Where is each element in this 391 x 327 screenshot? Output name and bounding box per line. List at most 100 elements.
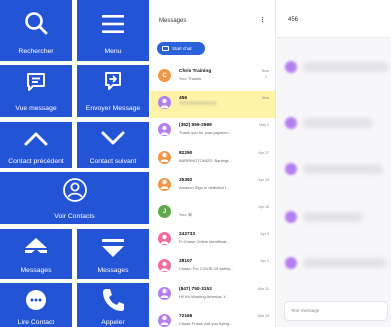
previous-contact-button[interactable]: Contact précédent: [0, 122, 72, 168]
conversation-name: 28107: [179, 259, 193, 265]
redacted-preview: [179, 101, 217, 106]
call-label: Appeler: [101, 319, 125, 326]
conversation-name: (352) 559-2969: [179, 123, 212, 129]
conversation-name: 72166: [179, 313, 193, 319]
more-options-icon[interactable]: ⋮: [259, 16, 266, 24]
avatar: [158, 259, 171, 273]
next-contact-label: Contact suivant: [89, 158, 137, 165]
new-chat-icon: [162, 46, 169, 51]
conversation-row[interactable]: 242733 Fr.Chase Online Identificat... Apr …: [150, 227, 275, 254]
conversation-date: Apr 27: [258, 150, 269, 155]
avatar-letter: J: [162, 208, 167, 215]
view-contacts-button[interactable]: Voir Contacts: [0, 172, 149, 224]
person-icon: [160, 261, 169, 271]
avatar: [158, 232, 171, 246]
messages-up-label: Messages: [20, 267, 52, 274]
person-icon: [160, 180, 169, 190]
contact-person-icon: [0, 177, 149, 203]
messages-down-label: Messages: [97, 267, 129, 274]
messages-scroll-up-button[interactable]: Messages: [0, 229, 72, 279]
messages-title: Messages: [159, 18, 187, 24]
conversation-date: May 4: [259, 123, 269, 128]
message-input[interactable]: Text message: [284, 301, 388, 321]
conversation-preview: BARRINGTONIZO: Barringt...: [179, 157, 232, 163]
previous-contact-label: Contact précédent: [8, 158, 64, 165]
conversation-date: Now: [261, 69, 269, 73]
conversation-row[interactable]: C Chris Training You: Thanks Now 1: [150, 64, 275, 91]
conversation-row[interactable]: J You: 😀 Apr 18: [150, 200, 275, 227]
avatar: [158, 313, 171, 327]
conversation-date: Apr 18: [258, 205, 269, 209]
view-message-label: Vue message: [15, 105, 57, 112]
avatar: [158, 150, 171, 164]
search-icon: [0, 10, 72, 36]
send-message-button[interactable]: Envoyer Message: [77, 65, 149, 117]
message-bubble: [285, 60, 391, 74]
chat-bubble-icon: [0, 288, 72, 312]
avatar: J: [158, 205, 171, 218]
conversation-preview: Chase Fraud: Are you trying...: [179, 320, 233, 326]
message-icon: [0, 71, 72, 93]
conversation-name: (847) 750-3153: [179, 286, 212, 292]
menu-button[interactable]: Menu: [77, 0, 149, 61]
double-chevron-up-icon: [0, 236, 72, 260]
conversation-date: Apr 3: [260, 232, 269, 237]
conversation-row[interactable]: 25392 Amazon Sign-in detected f... Apr 25: [150, 173, 275, 200]
avatar: C: [158, 69, 171, 82]
message-bubble: [285, 210, 391, 224]
unread-count: 1: [265, 75, 267, 79]
conversation-preview: You: 😀: [179, 212, 193, 217]
avatar-letter: C: [162, 72, 167, 79]
read-contact-button[interactable]: Lire Contact: [0, 283, 72, 327]
chevron-down-icon: [77, 130, 149, 146]
conversation-row[interactable]: (352) 559-2969 Thank you for your paymen.…: [150, 118, 275, 145]
menu-button-label: Menu: [104, 48, 122, 55]
conversation-row[interactable]: (847) 750-3153 Hi! It's Working America. …: [150, 282, 275, 309]
read-contact-label: Lire Contact: [17, 319, 55, 326]
message-bubble: [285, 116, 391, 130]
conversation-pane: 456 Text message: [277, 0, 391, 327]
send-message-label: Envoyer Message: [85, 105, 141, 112]
messages-scroll-down-button[interactable]: Messages: [77, 229, 149, 279]
send-message-icon: [77, 70, 149, 94]
message-input-placeholder: Text message: [291, 308, 320, 313]
start-chat-label: Start chat: [172, 46, 192, 51]
conversation-preview: Fr.Chase Online Identificat...: [179, 239, 230, 245]
view-message-button[interactable]: Vue message: [0, 65, 72, 117]
person-icon: [160, 316, 169, 326]
person-icon: [160, 288, 169, 299]
message-bubble: [285, 256, 391, 270]
conversation-preview: Chase: For COVID-19 safety...: [179, 266, 234, 272]
avatar: [158, 123, 171, 137]
person-icon: [160, 125, 169, 135]
conversation-row[interactable]: 28107 Chase: For COVID-19 safety... Apr 1: [150, 254, 275, 281]
conversation-preview: You: Thanks: [179, 76, 202, 81]
conversation-date: Mar 25: [257, 313, 269, 318]
person-icon: [160, 234, 169, 244]
conversation-name: 25392: [179, 177, 193, 183]
conversation-preview: Hi! It's Working America. Y...: [179, 293, 229, 299]
conversation-name: 82290: [179, 150, 193, 156]
conversation-row[interactable]: 456 Wed: [150, 91, 275, 119]
hamburger-menu-icon: [77, 14, 149, 34]
next-contact-button[interactable]: Contact suivant: [77, 122, 149, 168]
avatar: [158, 286, 171, 300]
search-button[interactable]: Rechercher: [0, 0, 72, 61]
chevron-up-icon: [0, 130, 72, 146]
avatar: [158, 177, 171, 191]
conversation-date: Wed: [261, 96, 269, 101]
double-chevron-down-icon: [77, 236, 149, 260]
conversation-date: Apr 25: [258, 177, 269, 182]
view-contacts-label: Voir Contacts: [54, 213, 95, 220]
accessibility-button-grid: Rechercher Menu Vue message Envoyer Mess…: [0, 0, 149, 327]
person-icon: [160, 152, 169, 163]
conversation-row[interactable]: 82290 BARRINGTONIZO: Barringt... Apr 27: [150, 146, 275, 173]
phone-icon: [77, 287, 149, 313]
conversation-header: 456: [277, 0, 391, 38]
call-button[interactable]: Appeler: [77, 283, 149, 327]
conversation-row[interactable]: 72166 Chase Fraud: Are you trying... Mar 2…: [150, 309, 275, 327]
search-button-label: Rechercher: [18, 48, 54, 55]
conversation-date: Apr 1: [260, 259, 269, 264]
start-chat-button[interactable]: Start chat: [157, 42, 205, 55]
conversation-date: Mar 31: [257, 286, 269, 291]
